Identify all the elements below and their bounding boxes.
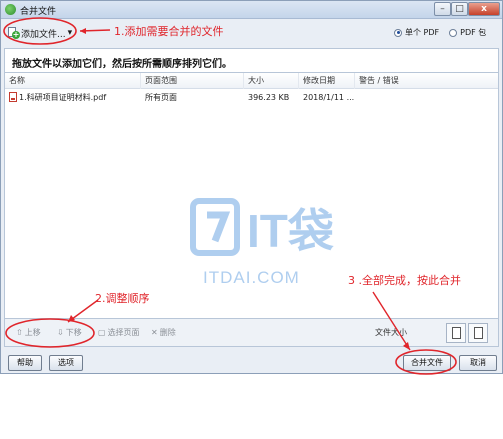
delete-label: 删除 <box>159 328 176 337</box>
delete-button[interactable]: ✕ 删除 <box>151 327 176 338</box>
column-name[interactable]: 名称 <box>5 73 141 89</box>
bottom-toolbar: ⇧ 上移 ⇩ 下移 ▢ 选择页面 ✕ 删除 文件大小 <box>4 319 499 347</box>
arrow-up-icon: ⇧ <box>16 328 23 337</box>
move-down-label: 下移 <box>65 328 82 337</box>
title-bar: 合并文件 – □ x <box>1 1 502 19</box>
dropdown-arrow-icon: ▾ <box>67 28 73 38</box>
close-button[interactable]: x <box>468 2 500 16</box>
radio-pdf-portfolio-label: PDF 包 <box>460 28 487 37</box>
column-page-range[interactable]: 页面范围 <box>141 73 244 89</box>
file-name-cell: 1.科研项目证明材料.pdf <box>5 90 141 105</box>
radio-unselected-icon <box>449 28 458 37</box>
pdf-file-icon <box>9 92 17 102</box>
add-files-button[interactable]: + 添加文件... ▾ <box>7 25 72 41</box>
window-title: 合并文件 <box>20 7 57 17</box>
radio-pdf-portfolio[interactable]: PDF 包 <box>449 27 486 38</box>
drop-hint-text: 拖放文件以添加它们，然后按所需顺序排列它们。 <box>12 59 232 70</box>
minimize-button[interactable]: – <box>434 2 451 16</box>
radio-single-pdf-label: 单个 PDF <box>405 28 440 37</box>
radio-selected-icon <box>394 28 402 37</box>
output-type-group: 单个 PDF PDF 包 <box>394 27 486 38</box>
column-warnings[interactable]: 警告 / 错误 <box>355 73 498 89</box>
column-modified[interactable]: 修改日期 <box>299 73 355 89</box>
table-row[interactable]: 1.科研项目证明材料.pdf 所有页面 396.23 KB 2018/1/11 … <box>5 90 498 105</box>
options-button[interactable]: 选项 <box>49 355 83 371</box>
warning-cell <box>355 90 498 105</box>
page-range-cell: 所有页面 <box>145 93 177 102</box>
page-icon <box>452 327 461 339</box>
dialog-footer: 帮助 选项 合并文件 取消 <box>1 352 502 374</box>
page-icon <box>474 327 483 339</box>
annotation-step1: 1.添加需要合并的文件 <box>114 25 224 38</box>
radio-single-pdf[interactable]: 单个 PDF <box>394 27 439 38</box>
pages-icon: ▢ <box>98 328 106 337</box>
maximize-button[interactable]: □ <box>451 2 468 16</box>
file-name: 1.科研项目证明材料.pdf <box>19 93 107 102</box>
file-size-label: 文件大小 <box>375 328 407 337</box>
top-toolbar: + 添加文件... ▾ 单个 PDF PDF 包 <box>1 20 502 46</box>
add-files-label: 添加文件... <box>21 29 66 40</box>
cancel-button[interactable]: 取消 <box>459 355 497 371</box>
merge-files-window: 合并文件 – □ x + 添加文件... ▾ 单个 PDF PDF 包 拖放文件… <box>0 0 503 374</box>
watermark: IT袋 ITDAI.COM <box>185 181 345 301</box>
watermark-brand: IT袋 <box>247 205 334 257</box>
column-size[interactable]: 大小 <box>244 73 299 89</box>
watermark-domain: ITDAI.COM <box>203 268 300 287</box>
drop-hint-bar: 拖放文件以添加它们，然后按所需顺序排列它们。 <box>4 48 499 72</box>
move-up-label: 上移 <box>24 328 41 337</box>
view-small-button[interactable] <box>446 323 466 343</box>
annotation-step2: 2.调整顺序 <box>95 292 150 305</box>
add-file-icon: + <box>7 27 20 39</box>
select-pages-button[interactable]: ▢ 选择页面 <box>98 327 140 338</box>
move-up-button[interactable]: ⇧ 上移 <box>16 327 41 338</box>
merge-files-button[interactable]: 合并文件 <box>403 355 451 371</box>
modified-cell: 2018/1/11 ... <box>303 93 355 102</box>
help-button[interactable]: 帮助 <box>8 355 42 371</box>
select-pages-label: 选择页面 <box>107 328 140 337</box>
size-cell: 396.23 KB <box>248 93 290 102</box>
delete-icon: ✕ <box>151 328 158 337</box>
app-icon <box>5 4 16 15</box>
watermark-logo-icon: IT袋 ITDAI.COM <box>190 198 334 287</box>
file-list-header: 名称 页面范围 大小 修改日期 警告 / 错误 <box>5 73 498 89</box>
annotation-step3: 3 .全部完成，按此合并 <box>348 274 461 287</box>
move-down-button[interactable]: ⇩ 下移 <box>57 327 82 338</box>
arrow-down-icon: ⇩ <box>57 328 64 337</box>
view-large-button[interactable] <box>468 323 488 343</box>
